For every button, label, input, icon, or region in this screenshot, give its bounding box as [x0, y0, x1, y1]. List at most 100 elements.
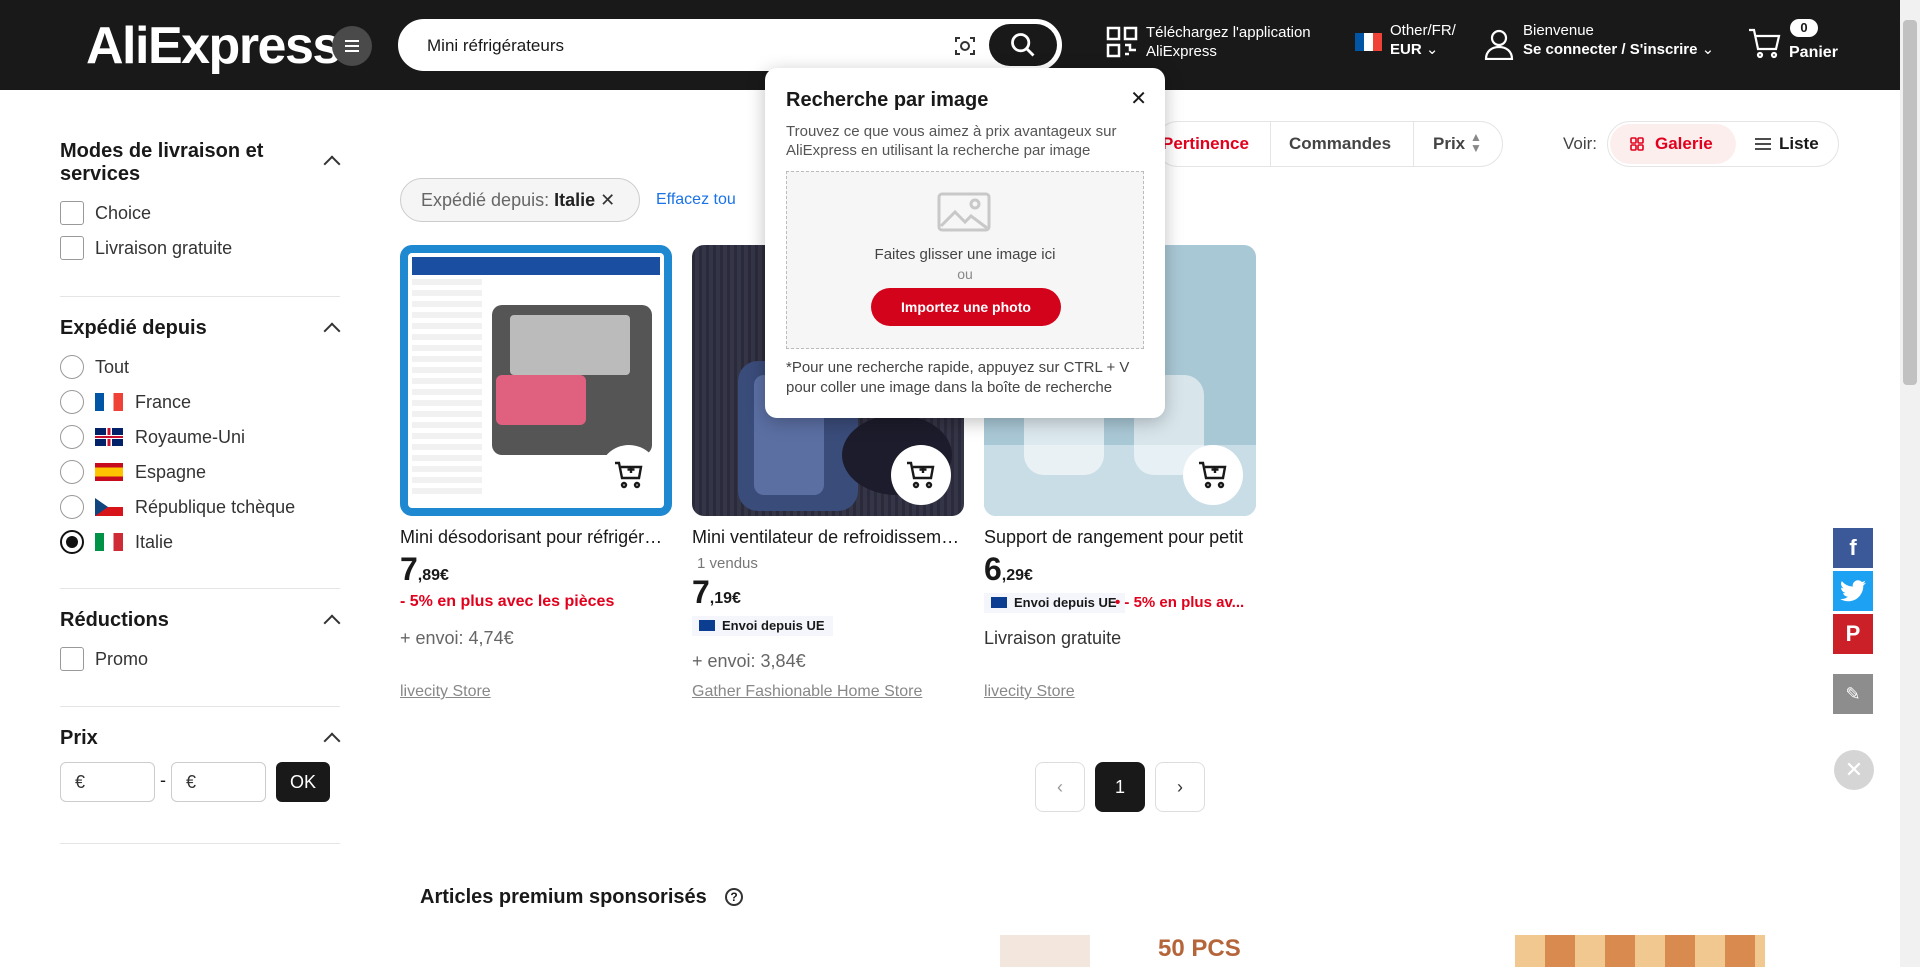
chevron-up-icon[interactable] — [323, 614, 341, 632]
image-drop-zone[interactable]: Faites glisser une image ici ou Importez… — [786, 171, 1144, 349]
edit-icon[interactable]: ✎ — [1833, 674, 1873, 714]
price-dec: ,19€ — [709, 590, 741, 607]
sort-relevance[interactable]: Pertinence — [1162, 134, 1249, 154]
image-search-popup: Recherche par image ✕ Trouvez ce que vou… — [765, 68, 1165, 418]
chip-label: Expédié depuis: — [421, 190, 550, 210]
chevron-up-icon[interactable] — [323, 732, 341, 750]
eu-shipping-badge: Envoi depuis UE — [692, 616, 833, 636]
app-line-2: AliExpress — [1146, 43, 1217, 60]
shipping-cost: Livraison gratuite — [984, 628, 1122, 648]
clear-filters-link[interactable]: Effacez tou — [656, 191, 736, 209]
radio-selected[interactable] — [60, 530, 84, 554]
radio[interactable] — [60, 495, 84, 519]
next-page-button[interactable]: › — [1155, 762, 1205, 812]
scrollbar-thumb[interactable] — [1903, 20, 1917, 385]
prev-page-button[interactable]: ‹ — [1035, 762, 1085, 812]
gallery-view-button[interactable]: Galerie — [1610, 124, 1736, 164]
chevron-up-icon[interactable] — [323, 322, 341, 340]
price-dec: ,89€ — [417, 567, 449, 584]
checkbox[interactable] — [60, 236, 84, 260]
view-toggle: Galerie Liste — [1607, 121, 1839, 167]
spain-flag-icon — [95, 463, 123, 481]
price-min-input[interactable]: € — [60, 762, 155, 802]
divider — [60, 843, 340, 844]
option-label: Livraison gratuite — [95, 238, 233, 258]
sponsored-title: Articles premium sponsorisés — [420, 886, 707, 908]
sort-arrows-icon[interactable]: ▲ ▼ — [1470, 131, 1482, 154]
radio[interactable] — [60, 425, 84, 449]
page-1-button[interactable]: 1 — [1095, 762, 1145, 812]
chevron-up-icon[interactable] — [323, 155, 341, 173]
promo-text: • - 5% en plus av... — [1115, 594, 1245, 611]
close-share-icon[interactable]: ✕ — [1834, 750, 1874, 790]
store-link[interactable]: livecity Store — [984, 683, 1075, 701]
search-button[interactable] — [989, 24, 1057, 66]
discounts-title[interactable]: Réductions — [60, 609, 169, 632]
product-title[interactable]: Support de rangement pour petit — [984, 527, 1256, 548]
product-title[interactable]: Mini ventilateur de refroidissement — [692, 527, 964, 548]
page-scrollbar[interactable] — [1900, 0, 1920, 967]
option-label: Tout — [95, 357, 130, 377]
search-input[interactable]: Mini réfrigérateurs — [427, 36, 564, 56]
locale-line-1: Other/FR/ — [1390, 22, 1456, 39]
radio[interactable] — [60, 390, 84, 414]
cart-plus-icon — [615, 461, 643, 489]
radio[interactable] — [60, 355, 84, 379]
cart-plus-icon — [907, 461, 935, 489]
grid-icon — [1630, 137, 1644, 151]
price-title[interactable]: Prix — [60, 727, 98, 750]
gallery-label: Galerie — [1655, 134, 1713, 153]
product-title[interactable]: Mini désodorisant pour réfrigérateur — [400, 527, 672, 548]
account-menu[interactable]: Bienvenue Se connecter / S'inscrire ⌄ — [1523, 21, 1714, 59]
pinterest-share-icon[interactable]: P — [1833, 614, 1873, 654]
image-search-icon[interactable] — [953, 34, 977, 58]
add-to-cart-button[interactable] — [1183, 445, 1243, 505]
upload-photo-button[interactable]: Importez une photo — [871, 288, 1061, 326]
sort-price[interactable]: Prix — [1433, 134, 1465, 154]
czech-flag-icon — [95, 498, 123, 516]
checkbox[interactable] — [60, 647, 84, 671]
list-label: Liste — [1779, 134, 1819, 153]
eu-shipping-badge: Envoi depuis UE — [984, 593, 1125, 613]
add-to-cart-button[interactable] — [891, 445, 951, 505]
checkbox[interactable] — [60, 201, 84, 225]
store-link[interactable]: livecity Store — [400, 683, 491, 701]
option-label: République tchèque — [135, 497, 296, 517]
sort-orders[interactable]: Commandes — [1289, 134, 1391, 154]
price-max-input[interactable]: € — [171, 762, 266, 802]
store-link[interactable]: Gather Fashionable Home Store — [692, 683, 922, 701]
uk-flag-icon — [95, 428, 123, 446]
radio[interactable] — [60, 460, 84, 484]
chevron-down-icon: ⌄ — [1425, 41, 1439, 58]
chevron-down-icon: ⌄ — [1701, 41, 1715, 58]
sponsored-image[interactable] — [1515, 935, 1765, 967]
sponsored-image[interactable] — [1000, 935, 1090, 967]
close-icon[interactable]: ✕ — [1130, 86, 1147, 111]
sort-bar: Pertinence Commandes Prix ▲ ▼ — [1155, 121, 1503, 167]
facebook-share-icon[interactable]: f — [1833, 528, 1873, 568]
shipping-cost: + envoi: 4,74€ — [400, 628, 514, 648]
locale-selector[interactable]: Other/FR/ EUR ⌄ — [1390, 21, 1456, 59]
twitter-share-icon[interactable] — [1833, 571, 1873, 611]
italy-flag-icon — [95, 533, 123, 551]
cart-icon[interactable] — [1748, 27, 1782, 59]
price-int: 7 — [400, 551, 418, 587]
paste-hint: *Pour une recherche rapide, appuyez sur … — [786, 359, 1130, 396]
cart-count-badge: 0 — [1790, 19, 1818, 37]
download-app-link[interactable]: Téléchargez l'application AliExpress — [1146, 23, 1311, 61]
search-bar[interactable]: Mini réfrigérateurs — [398, 19, 1062, 71]
active-filter-chip[interactable]: Expédié depuis: Italie ✕ — [400, 178, 640, 222]
menu-button[interactable] — [332, 26, 372, 66]
aliexpress-logo[interactable]: AliExpress — [86, 18, 341, 74]
cart-label[interactable]: Panier — [1789, 43, 1838, 62]
sign-in-link[interactable]: Se connecter / S'inscrire — [1523, 41, 1697, 58]
sponsored-tag: 50 PCS — [1158, 935, 1241, 962]
divider — [60, 296, 340, 297]
help-icon[interactable]: ? — [725, 888, 743, 906]
delivery-section-title[interactable]: Modes de livraison et services — [60, 140, 300, 186]
price-ok-button[interactable]: OK — [276, 762, 330, 802]
add-to-cart-button[interactable] — [599, 445, 659, 505]
close-icon[interactable]: ✕ — [600, 190, 615, 210]
shipped-from-title[interactable]: Expédié depuis — [60, 317, 207, 340]
price-separator: - — [160, 770, 166, 790]
